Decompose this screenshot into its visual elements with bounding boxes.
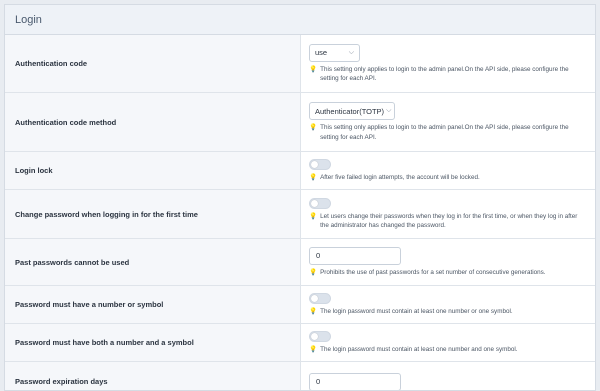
setting-hint: 💡 This setting only applies to login to … xyxy=(309,123,587,142)
lightbulb-icon: 💡 xyxy=(309,212,318,220)
setting-value: 💡 After five failed login attempts, the … xyxy=(301,152,595,189)
setting-hint: 💡 Let users change their passwords when … xyxy=(309,212,587,231)
setting-label: Change password when logging in for the … xyxy=(5,190,301,238)
lightbulb-icon: 💡 xyxy=(309,307,318,315)
lightbulb-icon: 💡 xyxy=(309,345,318,353)
setting-label: Password expiration days xyxy=(5,362,301,390)
setting-row-login-lock: Login lock 💡 After five failed login att… xyxy=(5,152,595,190)
hint-text: This setting only applies to login to th… xyxy=(320,124,569,141)
panel-title: Login xyxy=(5,5,595,35)
setting-label: Password must have a number or symbol xyxy=(5,286,301,323)
setting-value: 💡 Let users change their passwords when … xyxy=(301,190,595,238)
setting-hint: 💡 Prohibits the use of past passwords fo… xyxy=(309,268,587,278)
hint-text: This setting only applies to login to th… xyxy=(320,65,569,83)
chevron-down-icon: ⌵ xyxy=(348,48,354,56)
select-value: Authenticator(TOTP) xyxy=(315,106,385,116)
setting-label: Authentication code xyxy=(5,35,301,92)
setting-hint: 💡 This setting only applies to login to … xyxy=(309,65,587,84)
select-value: use xyxy=(315,48,328,57)
toggle-knob xyxy=(311,294,318,302)
setting-row-authentication-code: Authentication code use ⌵ 💡 This setting… xyxy=(5,35,595,93)
setting-row-change-password-first-login: Change password when logging in for the … xyxy=(5,190,595,239)
login-settings-panel: Login Authentication code use ⌵ 💡 This s… xyxy=(4,4,596,391)
setting-label: Password must have both a number and a s… xyxy=(5,324,301,361)
lightbulb-icon: 💡 xyxy=(309,173,318,181)
login-lock-toggle[interactable] xyxy=(309,158,331,170)
setting-label: Authentication code method xyxy=(5,93,301,151)
setting-row-past-passwords: Past passwords cannot be used 0 💡 Prohib… xyxy=(5,239,595,286)
lightbulb-icon: 💡 xyxy=(309,268,318,276)
password-expiration-input[interactable]: 0 xyxy=(309,372,401,390)
setting-value: 💡 The login password must contain at lea… xyxy=(301,286,595,323)
hint-text: The login password must contain at least… xyxy=(320,345,518,353)
lightbulb-icon: 💡 xyxy=(309,124,318,131)
setting-value: 💡 The login password must contain at lea… xyxy=(301,324,595,361)
number-and-symbol-toggle[interactable] xyxy=(309,330,331,342)
setting-value: 0 xyxy=(301,362,595,390)
setting-value: 0 💡 Prohibits the use of past passwords … xyxy=(301,239,595,285)
chevron-down-icon: ⌵ xyxy=(386,107,392,114)
authentication-code-select[interactable]: use ⌵ xyxy=(309,43,360,62)
setting-row-authentication-code-method: Authentication code method Authenticator… xyxy=(5,93,595,152)
setting-hint: 💡 The login password must contain at lea… xyxy=(309,345,587,355)
setting-value: use ⌵ 💡 This setting only applies to log… xyxy=(301,35,595,92)
setting-hint: 💡 After five failed login attempts, the … xyxy=(309,173,587,183)
toggle-knob xyxy=(311,332,318,340)
setting-hint: 💡 The login password must contain at lea… xyxy=(309,307,587,317)
setting-label: Login lock xyxy=(5,152,301,189)
hint-text: The login password must contain at least… xyxy=(320,307,513,315)
lightbulb-icon: 💡 xyxy=(309,65,318,73)
hint-text: Prohibits the use of past passwords for … xyxy=(320,268,546,276)
change-password-first-login-toggle[interactable] xyxy=(309,197,331,209)
toggle-knob xyxy=(311,160,318,168)
hint-text: After five failed login attempts, the ac… xyxy=(320,173,480,181)
number-or-symbol-toggle[interactable] xyxy=(309,292,331,304)
setting-label: Past passwords cannot be used xyxy=(5,239,301,285)
setting-value: Authenticator(TOTP) ⌵ 💡 This setting onl… xyxy=(301,93,595,151)
toggle-knob xyxy=(311,199,318,207)
setting-row-password-expiration-days: Password expiration days 0 xyxy=(5,362,595,390)
setting-row-number-and-symbol: Password must have both a number and a s… xyxy=(5,324,595,362)
past-passwords-input[interactable]: 0 xyxy=(309,246,401,265)
setting-row-number-or-symbol: Password must have a number or symbol 💡 … xyxy=(5,286,595,324)
authentication-method-select[interactable]: Authenticator(TOTP) ⌵ xyxy=(309,102,395,120)
hint-text: Let users change their passwords when th… xyxy=(320,212,578,230)
